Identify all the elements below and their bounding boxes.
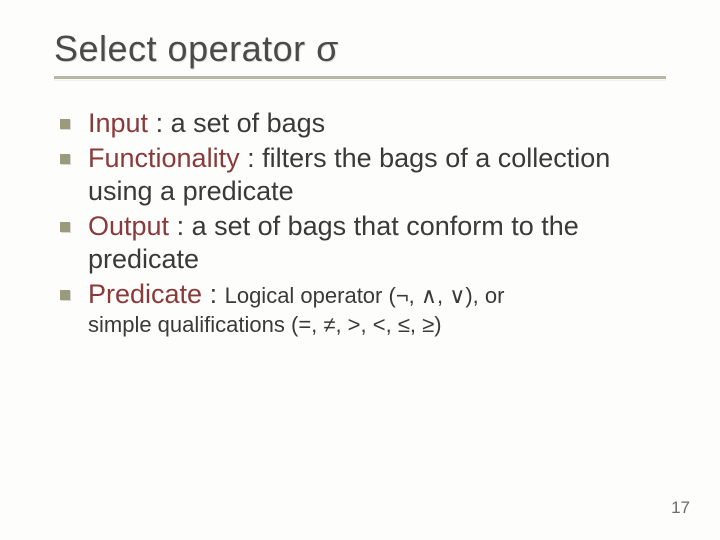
- sigma-symbol: σ: [316, 28, 339, 69]
- title-text: Select operator: [54, 28, 316, 69]
- slide-body: Input : a set of bags Functionality : fi…: [60, 107, 666, 338]
- bullet-label: Predicate: [88, 279, 202, 309]
- square-bullet-icon: [60, 290, 70, 300]
- square-bullet-icon: [60, 154, 70, 164]
- square-bullet-icon: [60, 119, 70, 129]
- bullet-sep: :: [169, 211, 192, 241]
- bullet-input: Input : a set of bags: [60, 107, 666, 140]
- slide-title: Select operator σ: [54, 28, 666, 70]
- bullet-predicate: Predicate : Logical operator (¬, ∧, ∨), …: [60, 278, 666, 311]
- square-bullet-icon: [60, 222, 70, 232]
- predicate-logical-lead: Logical operator (: [225, 283, 396, 308]
- bullet-sep: :: [240, 143, 263, 173]
- bullet-text: a set of bags: [171, 108, 326, 138]
- bullet-label: Input: [88, 108, 148, 138]
- bullet-label: Functionality: [88, 143, 240, 173]
- bullet-output: Output : a set of bags that conform to t…: [60, 210, 666, 276]
- bullet-sep: :: [202, 279, 225, 309]
- predicate-continuation: simple qualifications (=, ≠, >, <, ≤, ≥): [60, 311, 666, 339]
- slide: Select operator σ Input : a set of bags …: [0, 0, 720, 540]
- page-number: 17: [671, 498, 690, 518]
- bullet-functionality: Functionality : filters the bags of a co…: [60, 142, 666, 208]
- predicate-qual-ops: =, ≠, >, <, ≤, ≥: [298, 312, 434, 337]
- bullet-label: Output: [88, 211, 169, 241]
- predicate-qual-lead: simple qualifications (: [88, 312, 298, 337]
- bullet-sep: :: [148, 108, 171, 138]
- predicate-logical-ops: ¬, ∧, ∨: [396, 283, 466, 308]
- predicate-qual-tail: ): [434, 312, 441, 337]
- title-underline: [54, 76, 666, 79]
- predicate-logical-tail: ), or: [465, 283, 504, 308]
